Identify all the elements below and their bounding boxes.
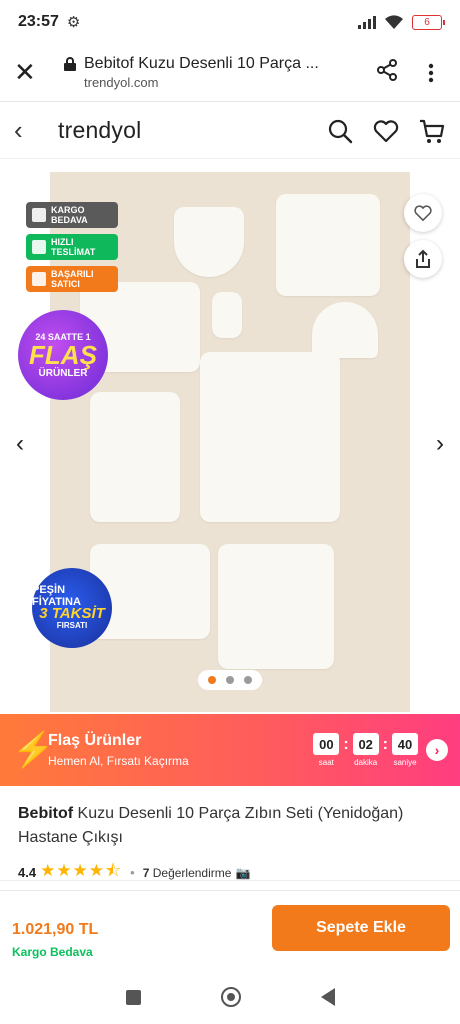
bib-image — [174, 207, 244, 277]
gear-icon: ⚙ — [66, 14, 81, 31]
product-name: Kuzu Desenli 10 Parça Zıbın Seti (Yenido… — [18, 805, 404, 846]
url-block[interactable]: Bebitof Kuzu Desenli 10 Parça ... trendy… — [64, 55, 372, 90]
carousel-indicator — [198, 670, 262, 690]
product-image-carousel[interactable]: KARGO BEDAVA HIZLI TESLİMAT BAŞARILI SAT… — [0, 172, 460, 712]
chevron-right-icon[interactable]: › — [436, 430, 444, 458]
share-icon — [416, 249, 430, 268]
battery-icon: 6 — [412, 14, 445, 30]
site-header: ‹ trendyol — [0, 103, 460, 159]
chevron-right-icon[interactable]: › — [426, 739, 448, 761]
lock-icon — [64, 57, 76, 71]
status-icons: 6 — [358, 14, 445, 30]
seller-icon — [32, 272, 46, 286]
product-title: Bebitof Kuzu Desenli 10 Parça Zıbın Seti… — [18, 802, 438, 850]
free-shipping-label: Kargo Bedava — [12, 945, 93, 959]
pants-image — [90, 392, 180, 522]
rating-value: 4.4 — [18, 865, 37, 880]
browser-bar: ✕ Bebitof Kuzu Desenli 10 Parça ... tren… — [0, 44, 460, 102]
flash-subtitle: Hemen Al, Fırsatı Kaçırma — [48, 754, 189, 768]
flash-products-badge: 24 SAATTE 1 FLAŞ ÜRÜNLER — [18, 310, 108, 400]
favorite-button[interactable] — [404, 194, 442, 232]
camera-icon: 📷 — [235, 865, 251, 880]
home-icon[interactable] — [220, 987, 241, 1007]
hat-image — [312, 302, 378, 358]
flash-title: Flaş Ürünler — [48, 732, 142, 749]
back-icon[interactable] — [320, 988, 335, 1006]
status-bar: 23:57 ⚙ 6 — [0, 0, 460, 44]
review-count[interactable]: 7 Değerlendirme — [143, 866, 232, 880]
heart-icon — [414, 205, 432, 222]
share-button[interactable] — [404, 240, 442, 278]
carousel-dot[interactable] — [208, 676, 216, 684]
share-icon[interactable] — [372, 58, 402, 87]
status-time: 23:57 — [18, 13, 59, 30]
buy-bar: 1.021,90 TL Kargo Bedava Sepete Ekle — [0, 890, 460, 970]
more-options-icon[interactable] — [416, 63, 446, 83]
chevron-left-icon[interactable]: ‹ — [16, 430, 24, 458]
heart-icon[interactable] — [372, 117, 400, 145]
truck-icon — [32, 240, 46, 254]
url-domain: trendyol.com — [84, 75, 159, 90]
bodysuit-image — [218, 544, 334, 669]
box-icon — [32, 208, 46, 222]
blanket-image — [276, 194, 380, 296]
cart-icon[interactable] — [418, 117, 446, 145]
android-nav-bar — [0, 970, 460, 1024]
countdown-seconds: 40 — [392, 733, 418, 755]
product-brand[interactable]: Bebitof — [18, 805, 73, 822]
badge-kargo-bedava: KARGO BEDAVA — [26, 202, 118, 228]
signal-icon — [358, 15, 376, 29]
jumpsuit-image — [200, 352, 340, 522]
flash-sale-banner[interactable]: ⚡ Flaş Ürünler Hemen Al, Fırsatı Kaçırma… — [0, 714, 460, 786]
recent-apps-icon[interactable] — [125, 989, 141, 1005]
carousel-dot[interactable] — [244, 676, 252, 684]
star-rating: ★★★★⯪ — [40, 861, 123, 880]
divider — [0, 880, 460, 881]
lightning-icon: ⚡ — [12, 731, 55, 769]
countdown-minutes: 02 — [352, 733, 379, 755]
installment-badge: PEŞİN FİYATINA 3 TAKSİT FIRSATI — [32, 568, 112, 648]
carousel-dot[interactable] — [226, 676, 234, 684]
badge-basarili-satici: BAŞARILI SATICI — [26, 266, 118, 292]
page-title: Bebitof Kuzu Desenli 10 Parça ... — [84, 55, 319, 72]
countdown-timer: 00 saat : 02 dakika : 40 saniye — [313, 733, 418, 767]
add-to-cart-button[interactable]: Sepete Ekle — [272, 905, 450, 951]
badge-hizli-teslimat: HIZLI TESLİMAT — [26, 234, 118, 260]
search-icon[interactable] — [326, 117, 354, 145]
logo[interactable]: trendyol — [58, 117, 141, 144]
rating-row[interactable]: 4.4 ★★★★⯪ • 7 Değerlendirme 📷 — [18, 858, 250, 887]
mittens-image — [212, 292, 242, 338]
back-arrow-icon[interactable]: ‹ — [14, 115, 44, 146]
close-icon[interactable]: ✕ — [14, 57, 44, 88]
wifi-icon — [385, 15, 403, 29]
price: 1.021,90 TL — [12, 921, 99, 938]
battery-level: 6 — [424, 16, 430, 28]
countdown-hours: 00 — [313, 733, 340, 755]
